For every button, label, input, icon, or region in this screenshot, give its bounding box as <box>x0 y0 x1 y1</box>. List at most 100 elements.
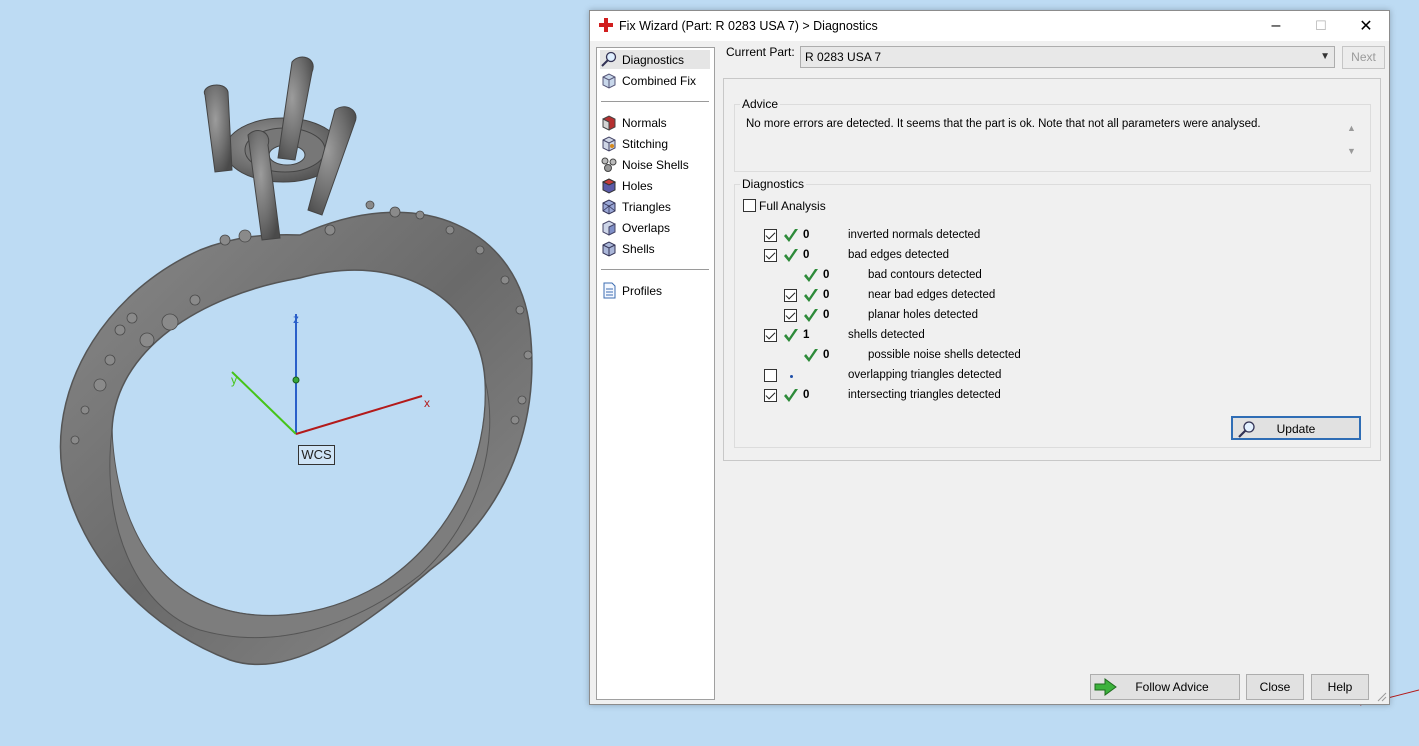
diagnostic-label: inverted normals detected <box>848 229 981 241</box>
nav-item-label: Overlaps <box>622 220 671 235</box>
maximize-button: ☐ <box>1315 18 1327 33</box>
wcs-label: WCS <box>298 445 335 465</box>
diagnostic-count: 0 <box>803 249 810 261</box>
shells-cube-icon <box>602 241 616 257</box>
diagnostic-checkbox[interactable] <box>784 309 797 322</box>
update-button[interactable]: Update <box>1231 416 1361 440</box>
diagnostic-count: 0 <box>823 349 830 361</box>
diagnostics-group <box>734 184 1371 448</box>
scroll-up-icon[interactable]: ▲ <box>1344 117 1359 140</box>
advice-text: No more errors are detected. It seems th… <box>746 118 1261 130</box>
nav-item-label: Normals <box>622 115 667 130</box>
noise-shells-icon <box>601 157 617 172</box>
diagnostic-checkbox[interactable] <box>764 369 777 382</box>
nav-divider <box>601 269 709 270</box>
diagnostic-count: 1 <box>803 329 810 341</box>
triangles-cube-icon <box>602 199 616 215</box>
current-part-value: R 0283 USA 7 <box>805 50 882 64</box>
diagnostics-title: Diagnostics <box>740 177 807 191</box>
nav-divider <box>601 101 709 102</box>
minimize-button[interactable]: – <box>1253 11 1299 41</box>
normals-cube-icon <box>602 115 616 131</box>
diagnostic-label: shells detected <box>848 329 925 341</box>
diagnostic-count: 0 <box>823 289 830 301</box>
check-icon <box>804 309 818 322</box>
nav-item-label: Shells <box>622 241 655 256</box>
current-part-label: Current Part: <box>726 45 795 59</box>
overlaps-cube-icon <box>602 220 616 236</box>
advice-group <box>734 104 1371 172</box>
diagnostic-count: 0 <box>823 269 830 281</box>
follow-advice-button[interactable]: Follow Advice <box>1090 674 1240 700</box>
y-axis-label: y <box>231 373 237 387</box>
advice-title: Advice <box>740 97 781 111</box>
nav-item-triangles[interactable]: Triangles <box>600 197 710 216</box>
diagnostic-count: 0 <box>803 229 810 241</box>
current-part-select[interactable]: R 0283 USA 7 ▼ <box>800 46 1335 68</box>
nav-item-stitching[interactable]: Stitching <box>600 134 710 153</box>
help-button[interactable]: Help <box>1311 674 1369 700</box>
wizard-nav: Diagnostics Combined Fix Normals Stitchi… <box>596 47 715 700</box>
green-arrow-icon <box>1094 678 1117 696</box>
full-analysis-checkbox[interactable] <box>743 199 756 212</box>
nav-item-profiles[interactable]: Profiles <box>600 281 710 300</box>
check-icon <box>784 229 798 242</box>
nav-item-normals[interactable]: Normals <box>600 113 710 132</box>
pending-dot-icon <box>790 375 793 378</box>
diagnostic-checkbox[interactable] <box>764 329 777 342</box>
full-analysis-label: Full Analysis <box>759 199 826 213</box>
diagnostic-label: bad edges detected <box>848 249 950 261</box>
diagnostic-label: overlapping triangles detected <box>848 369 1002 381</box>
diagnostic-label: possible noise shells detected <box>868 349 1021 361</box>
diagnostic-label: planar holes detected <box>868 309 978 321</box>
red-cross-icon <box>599 18 613 32</box>
check-icon <box>784 329 798 342</box>
diagnostic-label: intersecting triangles detected <box>848 389 1001 401</box>
diagnostic-checkbox[interactable] <box>764 229 777 242</box>
holes-cube-icon <box>601 178 617 194</box>
diagnostic-count: 0 <box>803 389 810 401</box>
check-icon <box>784 249 798 262</box>
nav-item-label: Triangles <box>622 199 671 214</box>
magnifier-icon <box>601 51 617 67</box>
nav-item-diagnostics[interactable]: Diagnostics <box>600 50 710 69</box>
nav-item-noise-shells[interactable]: Noise Shells <box>600 155 710 174</box>
x-axis-label: x <box>424 396 430 410</box>
fix-wizard-dialog: Fix Wizard (Part: R 0283 USA 7) > Diagno… <box>589 10 1390 705</box>
next-button: Next <box>1342 46 1385 69</box>
diagnostic-label: bad contours detected <box>868 269 982 281</box>
update-button-label: Update <box>1276 422 1316 436</box>
advice-scrollbar[interactable]: ▲ ▼ <box>1344 117 1359 163</box>
nav-item-combined-fix[interactable]: Combined Fix <box>600 71 710 90</box>
nav-item-label: Diagnostics <box>622 52 685 67</box>
resize-grip-icon[interactable] <box>1375 690 1387 702</box>
diagnostic-label: near bad edges detected <box>868 289 996 301</box>
check-icon <box>784 389 798 402</box>
nav-item-overlaps[interactable]: Overlaps <box>600 218 710 237</box>
close-window-button[interactable]: ✕ <box>1343 11 1389 41</box>
nav-item-shells[interactable]: Shells <box>600 239 710 258</box>
stitching-cube-icon <box>602 136 616 152</box>
diagnostic-checkbox[interactable] <box>764 249 777 262</box>
z-axis-label: z <box>293 312 299 326</box>
diagnostic-checkbox[interactable] <box>764 389 777 402</box>
nav-item-label: Noise Shells <box>622 157 689 172</box>
title-bar[interactable]: Fix Wizard (Part: R 0283 USA 7) > Diagno… <box>590 11 1389 41</box>
follow-advice-label: Follow Advice <box>1135 680 1209 694</box>
chevron-down-icon: ▼ <box>1320 51 1330 62</box>
window-title: Fix Wizard (Part: R 0283 USA 7) > Diagno… <box>619 19 878 33</box>
nav-item-label: Holes <box>622 178 653 193</box>
scroll-down-icon[interactable]: ▼ <box>1344 140 1359 163</box>
nav-item-holes[interactable]: Holes <box>600 176 710 195</box>
document-icon <box>603 282 616 299</box>
close-button[interactable]: Close <box>1246 674 1304 700</box>
nav-item-label: Profiles <box>622 283 663 298</box>
diagnostic-checkbox[interactable] <box>784 289 797 302</box>
cube-icon <box>602 73 616 89</box>
nav-item-label: Combined Fix <box>622 73 697 88</box>
diagnostic-count: 0 <box>823 309 830 321</box>
nav-item-label: Stitching <box>622 136 669 151</box>
check-icon <box>804 269 818 282</box>
check-icon <box>804 349 818 362</box>
check-icon <box>804 289 818 302</box>
